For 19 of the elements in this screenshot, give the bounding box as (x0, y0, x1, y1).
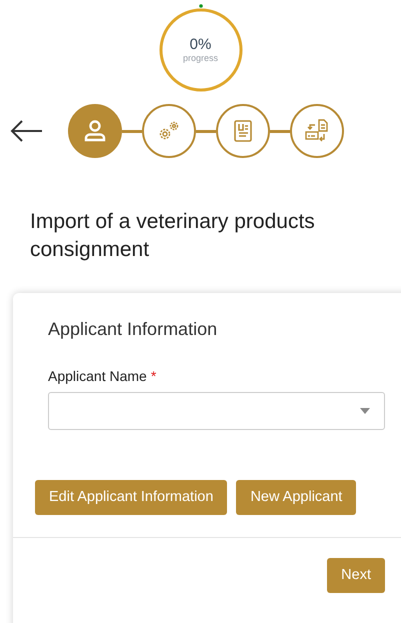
document-icon (232, 119, 254, 143)
next-button[interactable]: Next (327, 558, 385, 593)
applicant-select[interactable] (48, 392, 385, 430)
step-indicator[interactable] (68, 104, 122, 158)
step-indicator[interactable] (216, 104, 270, 158)
exchange-icon (304, 118, 330, 144)
step-indicator[interactable] (142, 104, 196, 158)
person-icon (83, 119, 107, 143)
progress-label: progress (182, 53, 218, 64)
action-button[interactable]: Edit Applicant Information (35, 480, 228, 515)
required-mark: * (150, 368, 156, 384)
caret-icon (360, 408, 370, 414)
page-title: Import of a veterinary products consignment (30, 209, 316, 264)
field-label: Applicant Name (48, 368, 147, 384)
progress-value: 0% (190, 36, 212, 54)
step-indicator[interactable] (290, 104, 344, 158)
action-button[interactable]: New Applicant (236, 480, 356, 515)
section-heading: Applicant Information (48, 318, 218, 340)
back-arrow-icon[interactable] (10, 119, 44, 143)
